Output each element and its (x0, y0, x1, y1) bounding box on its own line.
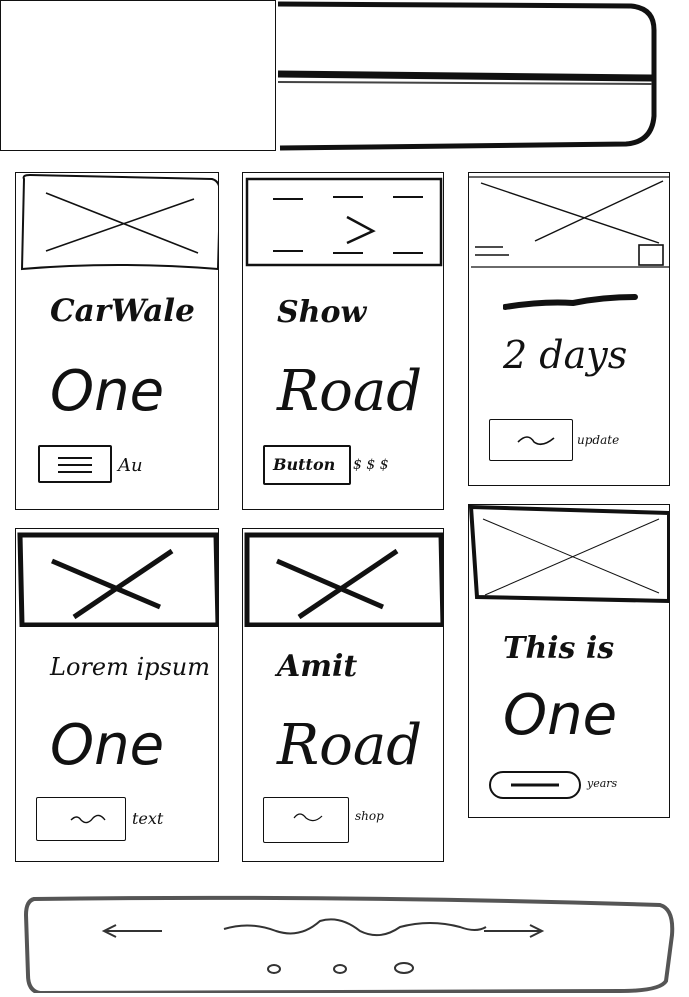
card-button[interactable] (38, 445, 112, 483)
image-placeholder (17, 532, 218, 627)
card-amit[interactable]: Amit Road shop (242, 528, 444, 862)
card-button[interactable] (489, 771, 581, 799)
card-title: Amit (277, 649, 358, 684)
button-label: Button (273, 455, 336, 474)
pagination-dots[interactable] (264, 961, 424, 977)
video-placeholder (245, 177, 443, 267)
card-this-is[interactable]: This is One years (468, 504, 670, 818)
arrow-left-icon[interactable] (100, 923, 166, 939)
button-scribble (293, 813, 323, 822)
image-placeholder (20, 173, 218, 271)
card-title: Lorem ipsum (50, 653, 211, 681)
card-title: This is (503, 631, 615, 666)
title-scribble (503, 294, 638, 310)
card-side-text: text (132, 809, 164, 828)
card-side-text: Au (118, 455, 143, 476)
button-scribble (70, 814, 106, 824)
card-2-days[interactable]: 2 days update (468, 172, 670, 486)
image-placeholder (244, 532, 443, 627)
card-title: CarWale (50, 293, 195, 329)
card-carwale[interactable]: CarWale One Au (15, 172, 219, 510)
card-subtitle: One (50, 713, 165, 778)
page-dot-active (394, 962, 414, 974)
logo-placeholder (0, 0, 276, 151)
image-placeholder (469, 176, 669, 268)
button-scribble (511, 783, 559, 787)
card-button[interactable] (263, 797, 349, 843)
card-subtitle: Road (277, 359, 423, 424)
header-banner (276, 0, 689, 151)
card-show[interactable]: Show Road Button $ $ $ (242, 172, 444, 510)
page-dot (333, 964, 347, 974)
page-dot (267, 964, 281, 974)
card-side-text: shop (355, 809, 384, 823)
card-button[interactable] (489, 419, 573, 461)
card-subtitle: One (503, 683, 618, 748)
card-subtitle: One (50, 359, 165, 424)
card-button[interactable]: Button (263, 445, 351, 485)
card-side-text: update (577, 433, 620, 447)
card-subtitle: 2 days (503, 333, 628, 377)
carousel-nav (20, 895, 676, 996)
menu-lines-icon (58, 457, 92, 473)
nav-title-scribble (223, 918, 487, 937)
play-icon (346, 215, 376, 245)
button-scribble (517, 436, 555, 446)
arrow-right-icon[interactable] (480, 923, 546, 939)
card-side-text: $ $ $ (353, 457, 389, 473)
card-lorem-ipsum[interactable]: Lorem ipsum One text (15, 528, 219, 862)
card-button[interactable] (36, 797, 126, 841)
card-side-text: years (587, 777, 618, 790)
image-placeholder (469, 505, 669, 603)
card-subtitle: Road (277, 713, 423, 778)
card-title: Show (277, 295, 367, 330)
